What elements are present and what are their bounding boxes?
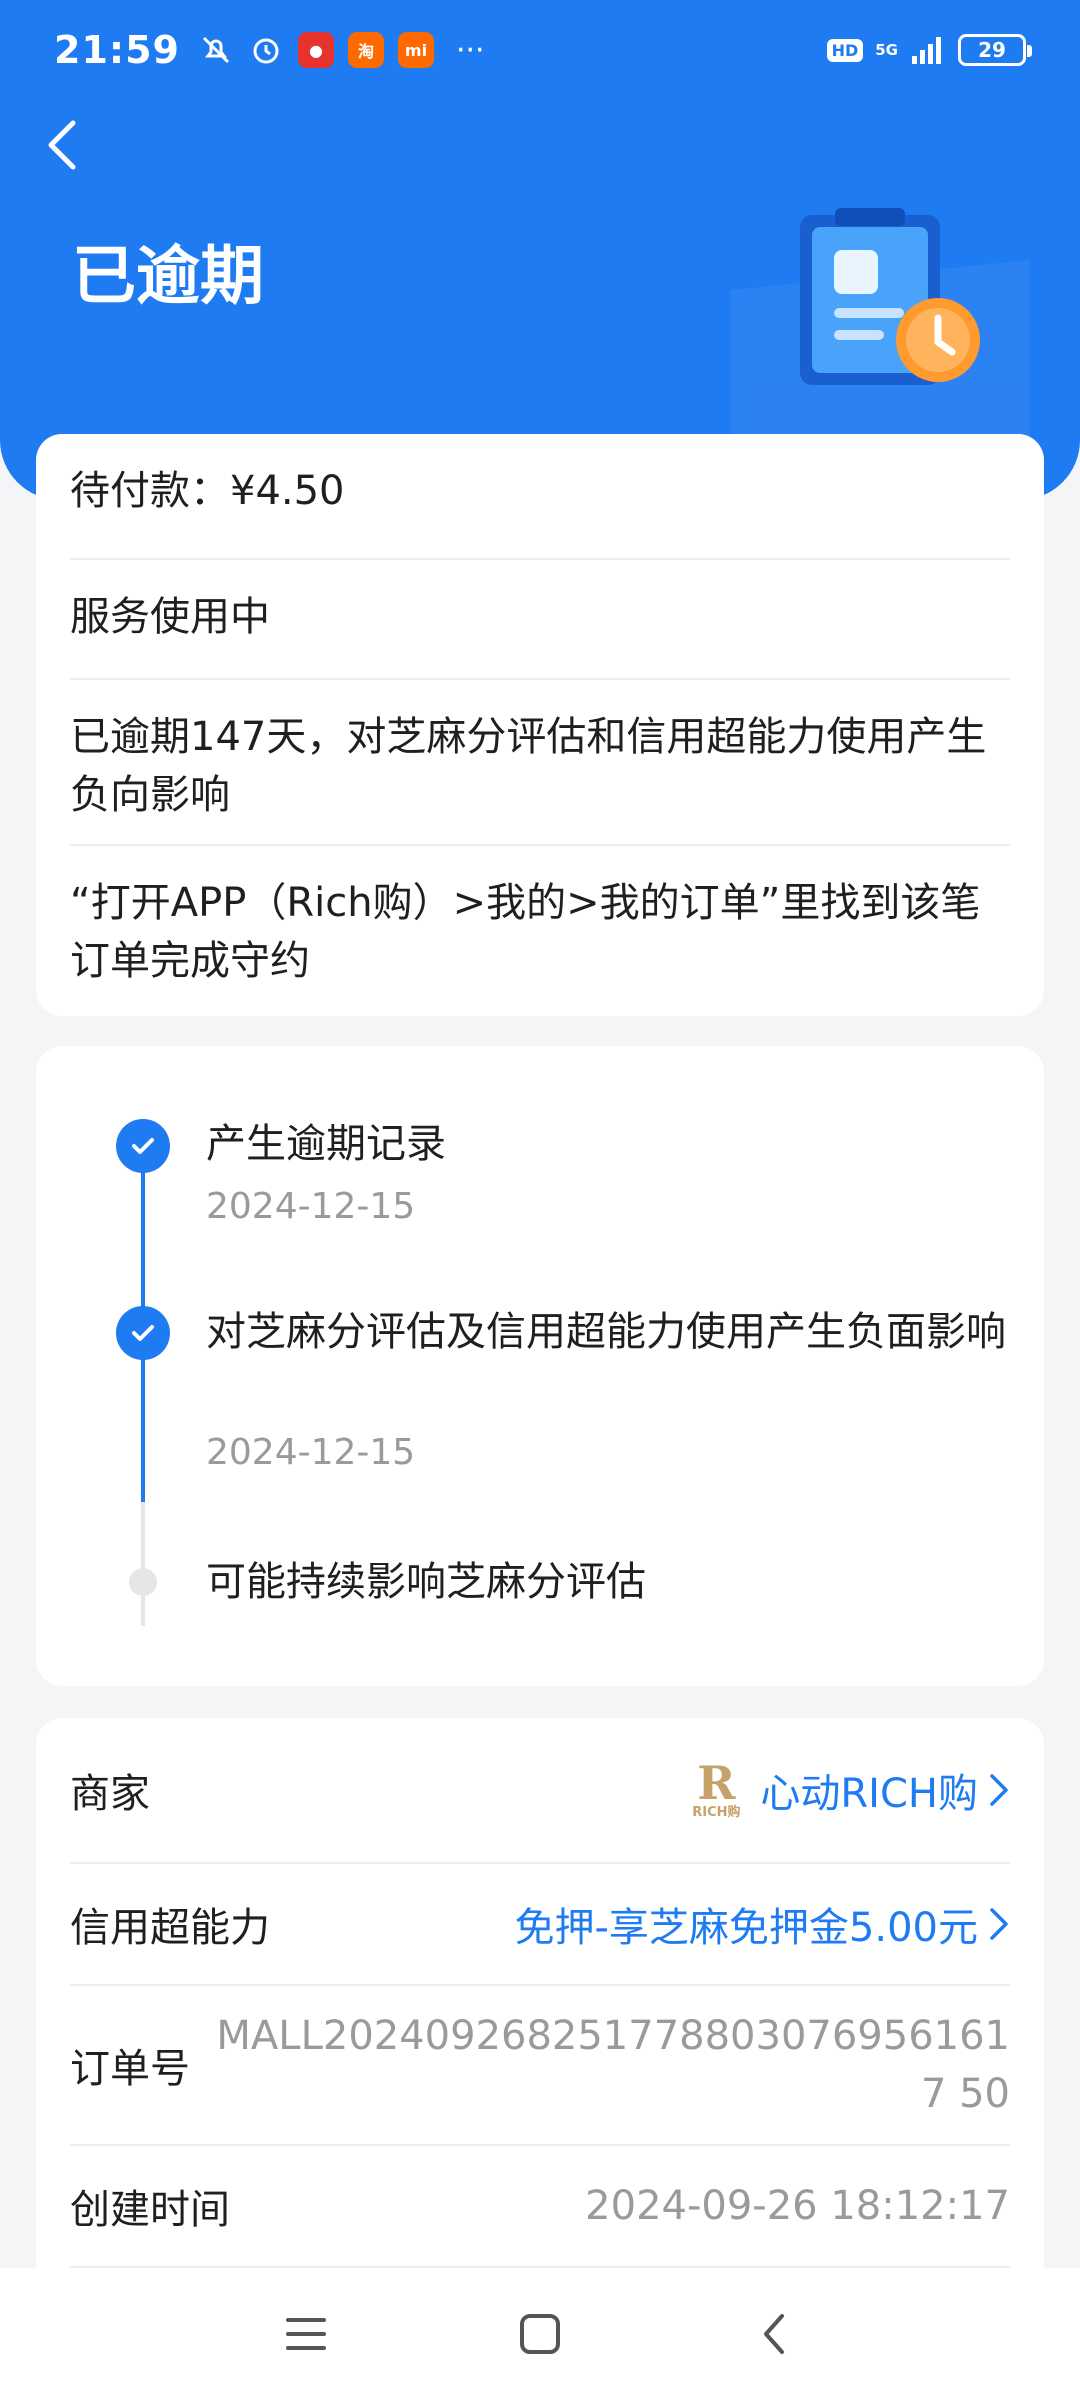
page-title: 已逾期 [72, 240, 264, 314]
timeline-item-date: 2024-12-15 [206, 1186, 416, 1227]
timeline-line-pending [141, 1502, 145, 1626]
network-type: 5G [875, 41, 898, 59]
more-notifications-icon: ··· [455, 32, 485, 68]
order-number: MALL2024092682517788030769561617 50 [216, 2013, 1010, 2117]
pending-payment: 待付款：¥4.50 [70, 434, 1010, 560]
credit-value: 免押-享芝麻免押金5.00元 [514, 1905, 979, 1951]
merchant-label: 商家 [70, 1771, 150, 1817]
chevron-right-icon [990, 1908, 1008, 1940]
mute-icon [198, 32, 234, 68]
signal-icon [910, 32, 946, 68]
chevron-left-icon [48, 120, 76, 170]
battery-indicator: 29 [958, 34, 1032, 66]
home-button[interactable] [510, 2304, 570, 2364]
check-icon [116, 1119, 170, 1173]
hd-badge: HD [826, 38, 864, 62]
status-icons-right: HD 5G 29 [826, 32, 1032, 68]
timeline-item-title: 产生逾期记录 [206, 1121, 446, 1167]
order-number-row: 订单号 MALL2024092682517788030769561617 50 [70, 1986, 1010, 2146]
summary-card: 待付款：¥4.50 服务使用中 已逾期147天，对芝麻分评估和信用超能力使用产生… [36, 434, 1044, 1016]
credit-link[interactable]: 免押-享芝麻免押金5.00元 [515, 1895, 1011, 1953]
xiaomi-app-icon: mi [397, 32, 434, 68]
chevron-right-icon [990, 1774, 1008, 1806]
status-icons-left: ● 淘 mi ··· [198, 32, 485, 68]
credit-label: 信用超能力 [70, 1905, 270, 1951]
created-label: 创建时间 [70, 2187, 230, 2233]
order-label: 订单号 [70, 2046, 190, 2092]
instruction-text: “打开APP（Rich购）>我的>我的订单”里找到该笔订单完成守约 [70, 880, 981, 984]
pending-dot-icon [129, 1568, 157, 1596]
created-time-row: 创建时间 2024-09-26 18:12:17 [70, 2146, 1010, 2268]
status-time: 21:59 [54, 28, 180, 72]
check-icon [116, 1306, 170, 1360]
taobao-app-icon: 淘 [347, 32, 384, 68]
menu-icon [286, 2318, 326, 2350]
created-time: 2024-09-26 18:12:17 [585, 2183, 1010, 2229]
merchant-name: 心动RICH购 [760, 1771, 978, 1817]
merchant-row[interactable]: 商家 R RICH购 心动RICH购 [70, 1718, 1010, 1864]
status-bar: 21:59 ● 淘 mi ··· HD 5G 29 [0, 0, 1080, 100]
home-square-icon [520, 2314, 560, 2354]
back-button[interactable] [28, 110, 98, 180]
app-notification-icon: ● [297, 32, 334, 68]
timeline-card: 产生逾期记录 2024-12-15 对芝麻分评估及信用超能力使用产生负面影响 2… [36, 1046, 1044, 1686]
timeline-item-title: 可能持续影响芝麻分评估 [206, 1559, 646, 1605]
merchant-link[interactable]: R RICH购 心动RICH购 [688, 1755, 1010, 1825]
timeline-item-date: 2024-12-15 [206, 1432, 416, 1473]
menu-button[interactable] [276, 2304, 336, 2364]
overdue-notice: 已逾期147天，对芝麻分评估和信用超能力使用产生负向影响 [70, 680, 1010, 846]
alarm-icon [248, 32, 284, 68]
back-icon [764, 2314, 784, 2354]
system-navigation-bar [0, 2268, 1080, 2400]
nav-back-button[interactable] [744, 2304, 804, 2364]
timeline-item-title: 对芝麻分评估及信用超能力使用产生负面影响 [206, 1309, 1006, 1355]
credit-row[interactable]: 信用超能力 免押-享芝麻免押金5.00元 [70, 1864, 1010, 1986]
service-status: 服务使用中 [70, 560, 1010, 680]
clipboard-clock-illustration [730, 208, 1030, 440]
merchant-logo: R RICH购 [692, 1756, 741, 1820]
